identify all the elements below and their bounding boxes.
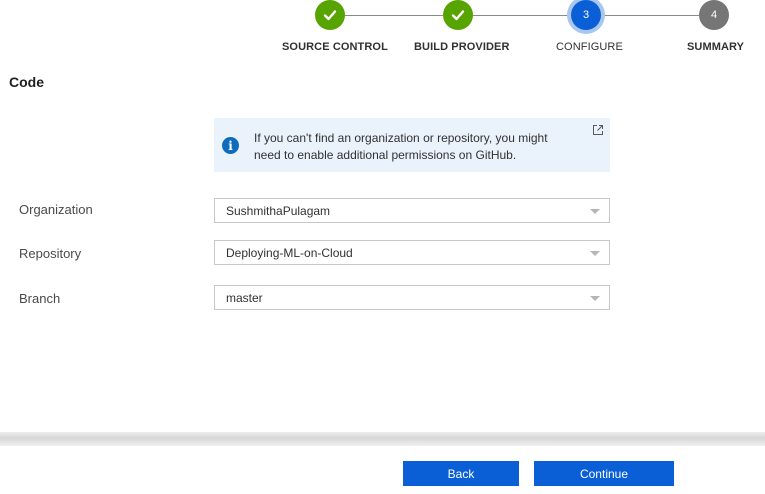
external-link-icon[interactable] [592,124,604,136]
step-number: 3 [582,9,590,21]
wizard-stepper: 3 4 SOURCE CONTROL BUILD PROVIDER CONFIG… [0,0,765,60]
chevron-down-icon [590,296,600,301]
repository-value: Deploying-ML-on-Cloud [226,246,353,260]
chevron-down-icon [590,209,600,214]
check-icon [323,10,337,21]
step-1-complete[interactable] [315,0,345,30]
step-label-build-provider: BUILD PROVIDER [414,41,510,53]
info-icon: i [222,137,239,154]
step-2-complete[interactable] [443,0,473,30]
step-connector [601,15,699,16]
repository-label: Repository [19,246,82,261]
repository-dropdown[interactable]: Deploying-ML-on-Cloud [214,240,610,265]
organization-dropdown[interactable]: SushmithaPulagam [214,198,610,223]
step-number: 4 [710,9,718,21]
organization-value: SushmithaPulagam [226,204,331,218]
step-label-configure: CONFIGURE [556,41,623,53]
step-4-future: 4 [699,0,729,30]
info-message-text: If you can't find an organization or rep… [254,131,548,162]
check-icon [451,10,465,21]
branch-label: Branch [19,291,61,306]
continue-button[interactable]: Continue [534,461,674,486]
step-label-source-control: SOURCE CONTROL [282,41,388,53]
section-title: Code [9,74,44,90]
back-button[interactable]: Back [403,461,519,486]
step-label-summary: SUMMARY [687,41,745,53]
branch-dropdown[interactable]: master [214,285,610,310]
footer-divider [0,432,765,446]
chevron-down-icon [590,251,600,256]
organization-label: Organization [19,202,93,217]
step-connector [473,15,571,16]
branch-value: master [226,291,263,305]
step-connector [345,15,443,16]
info-message-bar: i If you can't find an organization or r… [214,118,610,172]
step-3-current: 3 [571,0,601,30]
